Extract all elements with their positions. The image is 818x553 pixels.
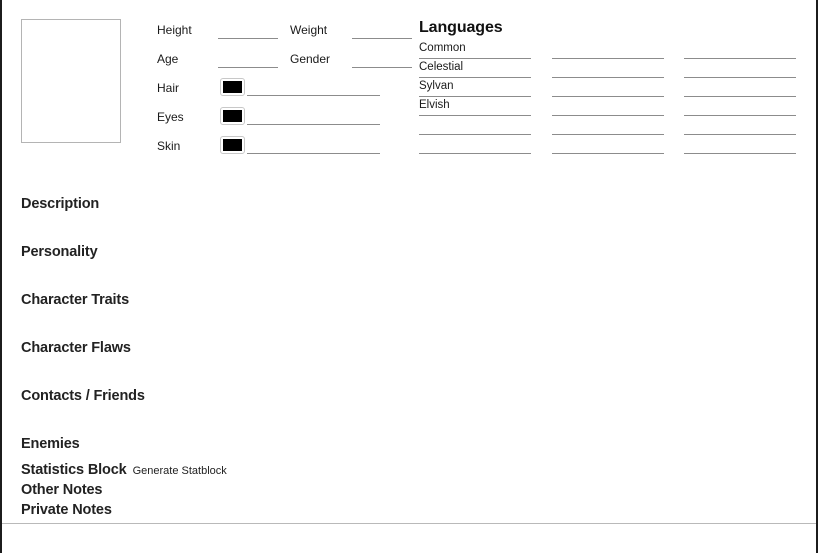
section-heading-label: Character Flaws	[21, 340, 131, 356]
generate-statblock-button[interactable]: Generate Statblock	[133, 465, 227, 477]
languages-column-3	[684, 40, 796, 154]
language-field[interactable]	[684, 116, 796, 135]
section-heading-label: Statistics Block	[21, 462, 127, 478]
attribute-label-gender: Gender	[290, 52, 331, 66]
section-heading-label: Enemies	[21, 436, 80, 452]
language-field[interactable]	[552, 59, 664, 78]
section-heading-contacts-friends: Contacts / Friends	[21, 388, 145, 404]
languages-heading: Languages	[419, 19, 503, 36]
section-heading-label: Contacts / Friends	[21, 388, 145, 404]
attribute-input-height[interactable]	[218, 38, 278, 39]
section-heading-description: Description	[21, 196, 99, 212]
language-field[interactable]	[684, 97, 796, 116]
language-field[interactable]: Sylvan	[419, 78, 531, 97]
section-heading-enemies: Enemies	[21, 436, 80, 452]
attribute-input-skin[interactable]	[247, 153, 380, 154]
color-swatch-fill	[223, 81, 242, 93]
character-sheet-page: Height Weight Age Gender Hair Eyes Skin Langua…	[0, 0, 818, 553]
character-portrait-box[interactable]	[21, 19, 121, 143]
section-heading-personality: Personality	[21, 244, 98, 260]
language-field[interactable]	[552, 40, 664, 59]
attribute-input-age[interactable]	[218, 67, 278, 68]
language-field[interactable]	[552, 135, 664, 154]
language-field[interactable]: Elvish	[419, 97, 531, 116]
languages-column-1: Common Celestial Sylvan Elvish	[419, 40, 531, 154]
language-field[interactable]	[419, 116, 531, 135]
section-heading-character-flaws: Character Flaws	[21, 340, 131, 356]
language-field[interactable]	[552, 116, 664, 135]
color-swatch-fill	[223, 110, 242, 122]
language-field[interactable]	[684, 135, 796, 154]
language-field[interactable]: Celestial	[419, 59, 531, 78]
color-swatch-fill	[223, 139, 242, 151]
language-field[interactable]	[684, 78, 796, 97]
section-heading-statistics-block: Statistics Block Generate Statblock	[21, 462, 227, 478]
attribute-label-age: Age	[157, 52, 179, 66]
attribute-input-eyes[interactable]	[247, 124, 380, 125]
section-heading-private-notes: Private Notes	[21, 502, 112, 518]
section-heading-label: Personality	[21, 244, 98, 260]
language-field[interactable]	[684, 40, 796, 59]
section-heading-character-traits: Character Traits	[21, 292, 129, 308]
section-heading-label: Description	[21, 196, 100, 212]
attribute-input-gender[interactable]	[352, 67, 412, 68]
color-swatch-hair[interactable]	[220, 78, 245, 96]
attribute-label-height: Height	[157, 23, 192, 37]
language-field[interactable]	[419, 135, 531, 154]
attribute-label-skin: Skin	[157, 139, 181, 153]
character-sheet-body: Height Weight Age Gender Hair Eyes Skin Langua…	[2, 0, 816, 524]
attribute-label-eyes: Eyes	[157, 110, 184, 124]
section-heading-other-notes: Other Notes	[21, 482, 102, 498]
language-field[interactable]	[552, 97, 664, 116]
language-field[interactable]	[684, 59, 796, 78]
section-heading-label: Other Notes	[21, 482, 103, 498]
attribute-input-hair[interactable]	[247, 95, 380, 96]
section-heading-label: Private Notes	[21, 502, 112, 518]
languages-column-2	[552, 40, 664, 154]
language-field[interactable]: Common	[419, 40, 531, 59]
section-heading-label: Character Traits	[21, 292, 130, 308]
attribute-input-weight[interactable]	[352, 38, 412, 39]
attribute-label-hair: Hair	[157, 81, 180, 95]
language-field[interactable]	[552, 78, 664, 97]
color-swatch-skin[interactable]	[220, 136, 245, 154]
color-swatch-eyes[interactable]	[220, 107, 245, 125]
attribute-label-weight: Weight	[290, 23, 328, 37]
